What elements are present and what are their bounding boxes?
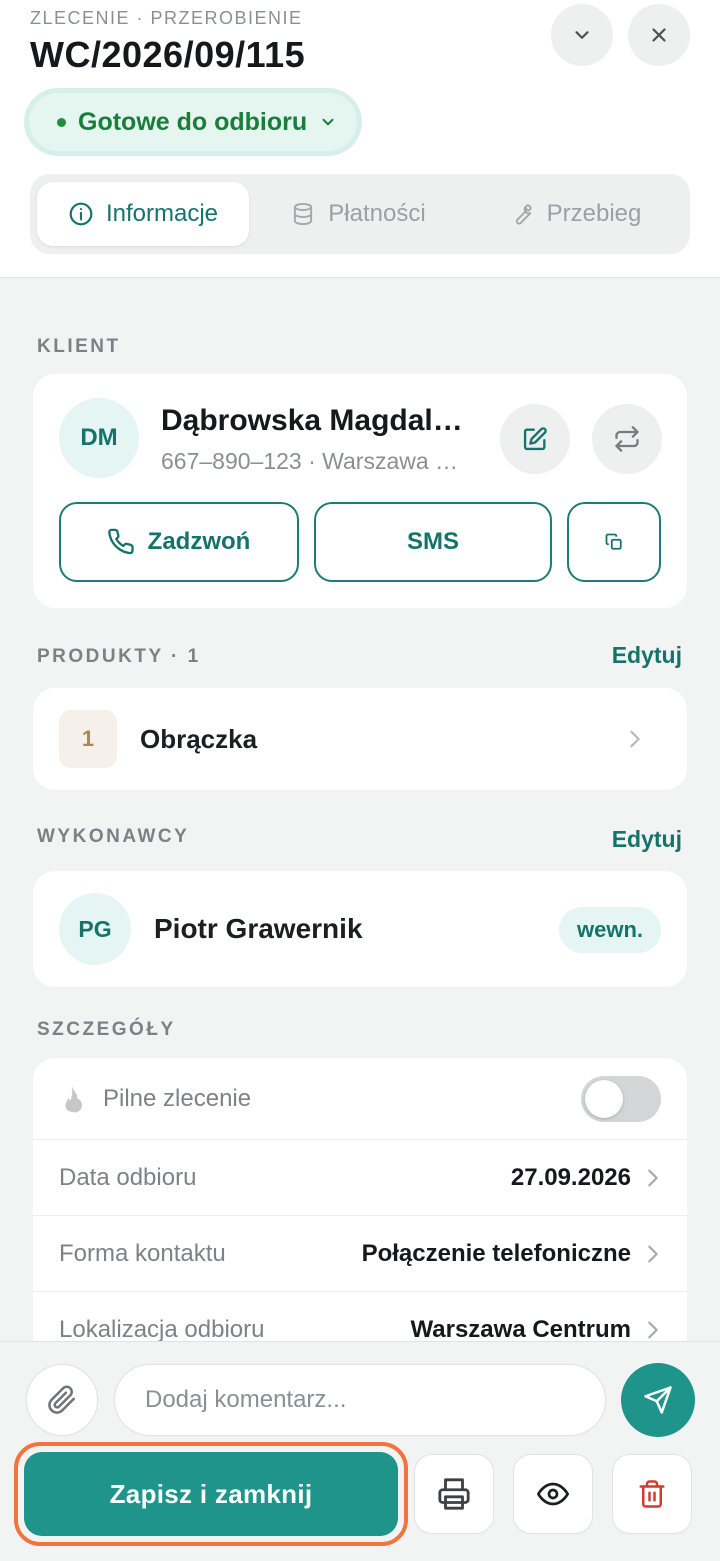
flame-icon bbox=[65, 1085, 82, 1112]
copy-button[interactable] bbox=[567, 502, 661, 582]
urgent-toggle[interactable] bbox=[581, 1075, 661, 1122]
urgent-row: Pilne zlecenie bbox=[33, 1058, 687, 1140]
call-button[interactable]: Zadzwoń bbox=[59, 502, 299, 582]
tab-informacje[interactable]: Informacje bbox=[37, 182, 249, 246]
edit-performers-link[interactable]: Edytuj bbox=[612, 826, 682, 853]
product-quantity: 1 bbox=[59, 710, 117, 768]
edit-icon bbox=[523, 427, 547, 451]
call-label: Zadzwoń bbox=[147, 528, 251, 555]
info-icon bbox=[69, 202, 93, 226]
chevron-right-icon bbox=[630, 730, 640, 748]
tab-bar: Informacje Płatności Przebieg bbox=[30, 174, 690, 254]
row-label: Data odbioru bbox=[59, 1163, 197, 1191]
row-value: Połączenie telefoniczne bbox=[361, 1239, 631, 1267]
client-card: DM Dąbrowska Magdalena 667–890–123 · War… bbox=[33, 374, 687, 608]
trash-icon bbox=[639, 1480, 665, 1508]
client-name: Dąbrowska Magdalena bbox=[161, 404, 471, 437]
products-section-label: PRODUKTY · 1 bbox=[37, 646, 201, 667]
send-icon bbox=[644, 1386, 672, 1414]
tab-przebieg[interactable]: Przebieg bbox=[467, 182, 683, 246]
product-list-item[interactable]: 1 Obrączka bbox=[33, 688, 687, 790]
phone-icon bbox=[107, 528, 134, 555]
chevron-right-icon bbox=[648, 1169, 658, 1186]
chevron-right-icon bbox=[648, 1245, 658, 1262]
details-card: Pilne zlecenie Data odbioru 27.09.2026 F… bbox=[33, 1058, 687, 1358]
avatar: PG bbox=[59, 893, 131, 965]
tab-label: Informacje bbox=[105, 200, 219, 227]
attach-button[interactable] bbox=[26, 1364, 98, 1436]
client-subtitle: 667–890–123 · Warszawa Centrum bbox=[161, 448, 471, 474]
performer-list-item: PG Piotr Grawernik wewn. bbox=[33, 871, 687, 987]
order-type: ZLECENIE · PRZEROBIENIE bbox=[30, 8, 303, 28]
status-dot bbox=[57, 117, 66, 127]
copy-icon bbox=[605, 533, 622, 550]
edit-client-button[interactable] bbox=[500, 404, 570, 474]
swap-client-button[interactable] bbox=[592, 404, 662, 474]
sms-button[interactable]: SMS bbox=[314, 502, 552, 582]
performers-section-label: WYKONAWCY bbox=[37, 826, 190, 847]
performer-type-badge: wewn. bbox=[558, 907, 661, 953]
toggle-knob bbox=[585, 1079, 623, 1118]
tab-platnosci[interactable]: Płatności bbox=[249, 182, 467, 246]
product-name: Obrączka bbox=[140, 724, 258, 754]
swap-icon bbox=[615, 426, 639, 452]
wrench-icon bbox=[515, 204, 532, 225]
chevron-right-icon bbox=[648, 1321, 658, 1339]
preview-button[interactable] bbox=[513, 1454, 593, 1534]
edit-products-link[interactable]: Edytuj bbox=[612, 642, 682, 669]
status-label: Gotowe do odbioru bbox=[78, 107, 308, 136]
tab-label: Przebieg bbox=[546, 200, 642, 227]
order-number: WC/2026/09/115 bbox=[30, 34, 306, 75]
chevron-down-icon bbox=[575, 31, 589, 39]
performer-name: Piotr Grawernik bbox=[154, 913, 363, 944]
row-label: Forma kontaktu bbox=[59, 1239, 226, 1267]
order-header: ZLECENIE · PRZEROBIENIE WC/2026/09/115 G… bbox=[0, 0, 720, 278]
bottom-action-bar: Zapisz i zamknij bbox=[0, 1341, 720, 1561]
printer-icon bbox=[438, 1478, 470, 1510]
sms-label: SMS bbox=[406, 528, 459, 555]
tab-label: Płatności bbox=[328, 200, 426, 227]
close-icon bbox=[652, 28, 666, 42]
print-button[interactable] bbox=[414, 1454, 494, 1534]
paperclip-icon bbox=[48, 1385, 75, 1414]
close-button[interactable] bbox=[628, 4, 690, 66]
detail-row-contact-form[interactable]: Forma kontaktu Połączenie telefoniczne bbox=[33, 1216, 687, 1292]
collapse-button[interactable] bbox=[551, 4, 613, 66]
delete-button[interactable] bbox=[612, 1454, 692, 1534]
details-section-label: SZCZEGÓŁY bbox=[37, 1019, 176, 1040]
row-label: Lokalizacja odbioru bbox=[59, 1316, 265, 1343]
status-dropdown[interactable]: Gotowe do odbioru bbox=[24, 88, 362, 156]
save-and-close-button[interactable]: Zapisz i zamknij bbox=[24, 1452, 398, 1536]
row-value: 27.09.2026 bbox=[510, 1163, 631, 1191]
client-section-label: KLIENT bbox=[37, 336, 121, 357]
send-button[interactable] bbox=[621, 1363, 695, 1437]
urgent-label: Pilne zlecenie bbox=[103, 1084, 252, 1112]
chevron-down-icon bbox=[322, 118, 334, 126]
eye-icon bbox=[537, 1482, 569, 1506]
row-value: Warszawa Centrum bbox=[410, 1316, 632, 1343]
save-button-highlight: Zapisz i zamknij bbox=[14, 1442, 408, 1546]
comment-input[interactable] bbox=[114, 1364, 606, 1436]
database-icon bbox=[294, 202, 313, 226]
avatar: DM bbox=[59, 398, 139, 478]
detail-row-pickup-date[interactable]: Data odbioru 27.09.2026 bbox=[33, 1140, 687, 1216]
